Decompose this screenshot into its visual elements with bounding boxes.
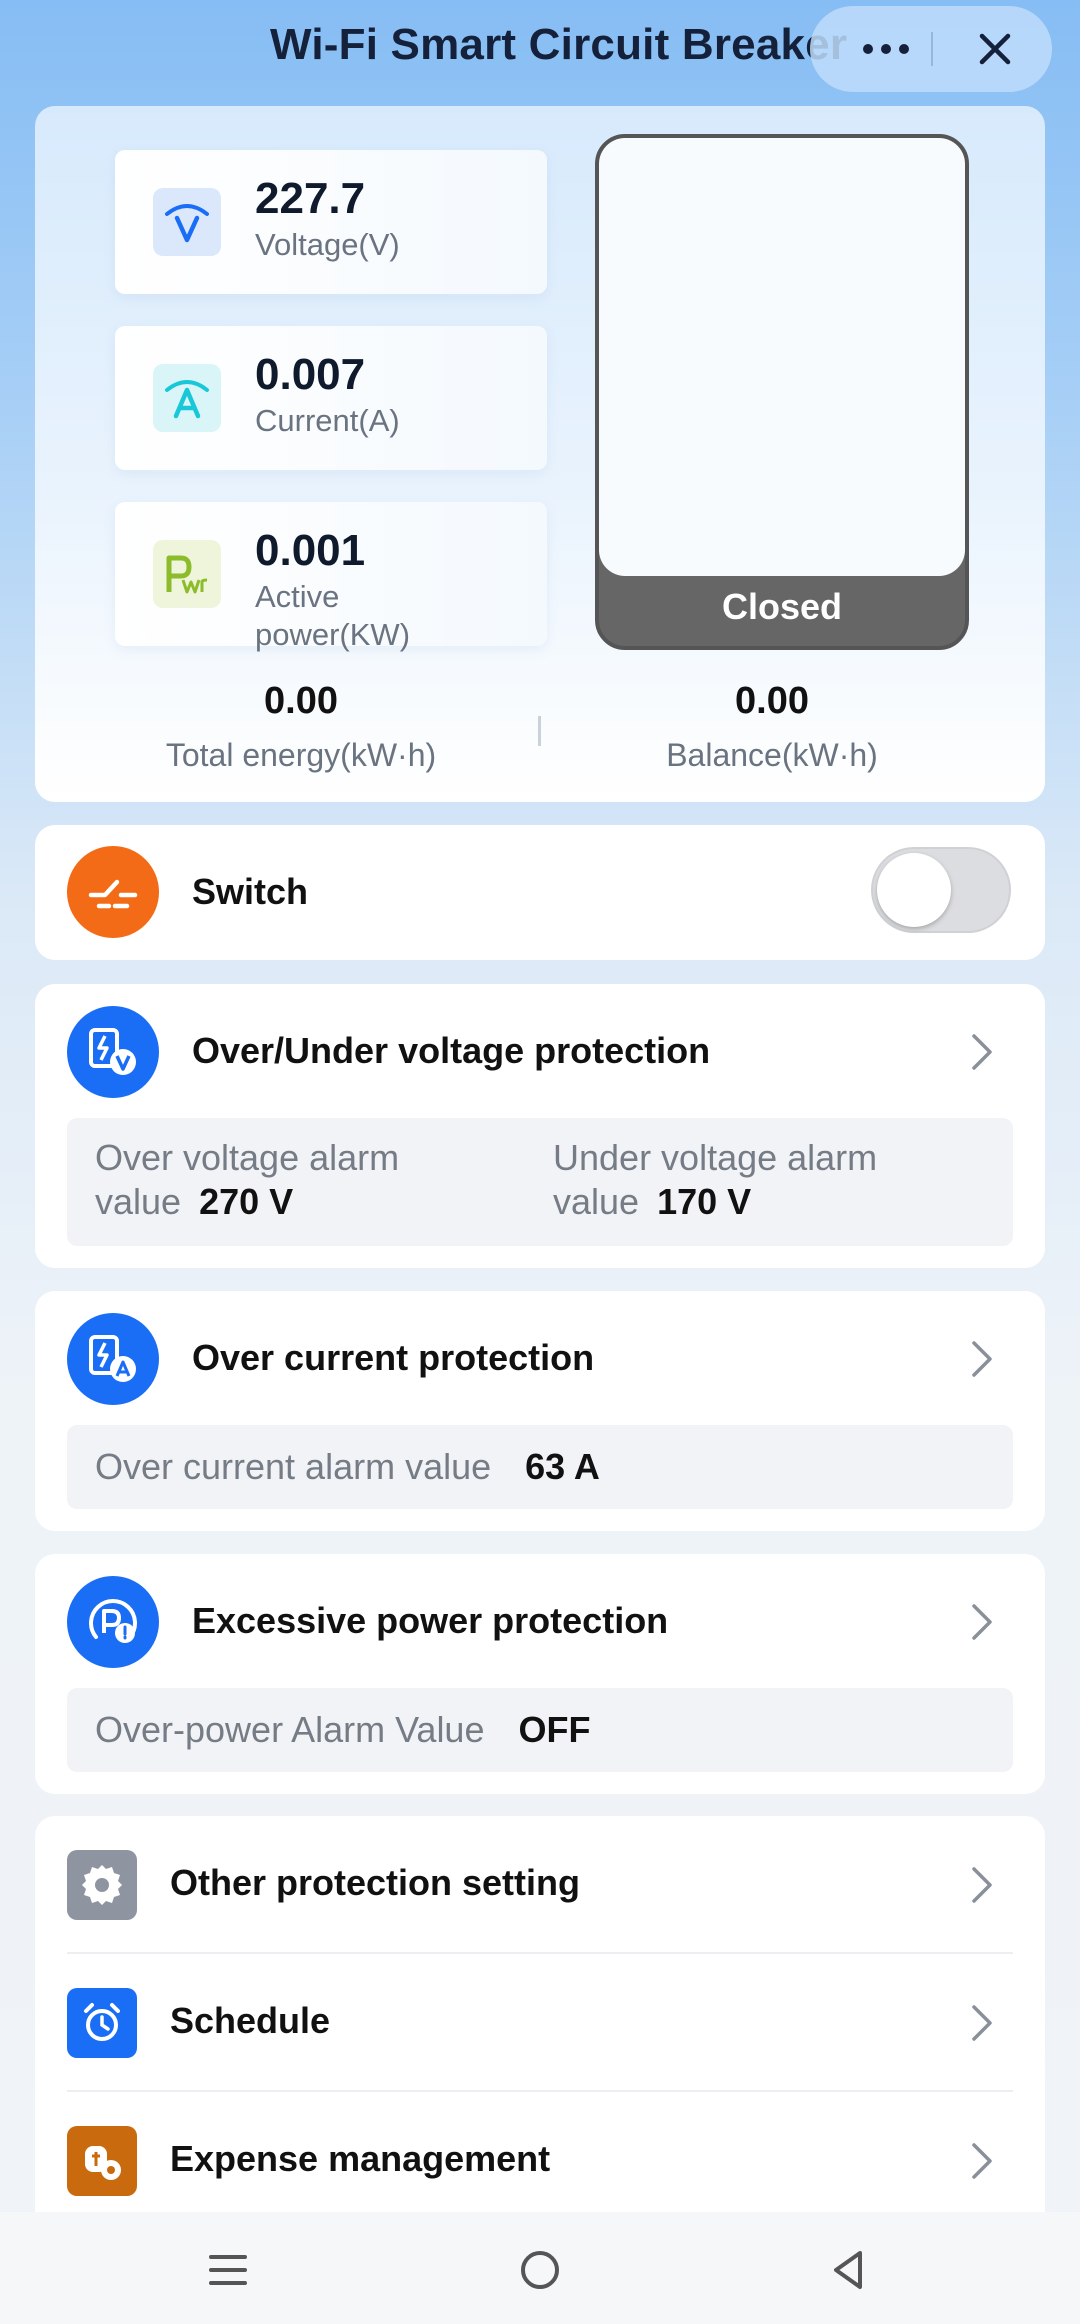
active-power-label: Active power(KW) [255,579,411,652]
menu-icon[interactable] [198,2240,258,2300]
voltage-alarm-values: Over voltage alarm value 270 V Under volt… [67,1118,1013,1246]
total-energy-label: Total energy(kW·h) [165,737,437,773]
voltage-protection-card[interactable]: Over/Under voltage protection Over volta… [35,984,1045,1268]
more-dots-icon[interactable] [850,24,922,74]
over-voltage-value: 270 V [199,1181,294,1222]
back-icon[interactable] [818,2240,878,2300]
balance: 0.00 Balance(kW·h) [567,680,977,774]
system-nav-bar [0,2212,1080,2324]
current-protection-card[interactable]: Over current protection Over current ala… [35,1291,1045,1531]
settings-menu-card: Other protection setting Schedule Expens… [35,1816,1045,2236]
active-power-value: 0.001 [255,526,366,575]
toggle-knob [877,853,951,927]
balance-label: Balance(kW·h) [666,737,878,773]
app-header: Wi-Fi Smart Circuit Breaker [0,0,1080,96]
alarm-clock-icon [67,1988,137,2058]
power-alarm-value: Over-power Alarm Value OFF [67,1688,1013,1772]
over-power-value: OFF [518,1709,591,1750]
current-protection-title: Over current protection [192,1337,595,1378]
power-protection-icon [67,1576,159,1668]
chevron-right-icon [967,1339,997,1379]
page-title: Wi-Fi Smart Circuit Breaker [270,20,848,69]
chevron-right-icon [967,1602,997,1642]
menu-item-label: Other protection setting [170,1862,581,1903]
menu-item-schedule[interactable]: Schedule [67,1954,1013,2092]
power-protection-title: Excessive power protection [192,1600,669,1641]
mini-program-capsule [810,6,1052,92]
over-current-label: Over current alarm value [95,1446,492,1487]
total-energy: 0.00 Total energy(kW·h) [35,680,567,774]
balance-value: 0.00 [735,680,809,722]
menu-item-expense[interactable]: Expense management [67,2092,1013,2230]
menu-item-label: Expense management [170,2138,551,2179]
over-current-alarm: Over current alarm value 63 A [95,1445,600,1489]
breaker-face [599,138,965,576]
chevron-right-icon [967,2003,997,2043]
menu-item-other-protection[interactable]: Other protection setting [67,1816,1013,1954]
chevron-right-icon [967,1032,997,1072]
switch-toggle[interactable] [871,847,1011,933]
capsule-divider [931,32,933,66]
voltage-label: Voltage(V) [255,227,400,262]
breaker-visual[interactable]: Closed [595,134,969,650]
voltage-value: 227.7 [255,174,366,223]
current-value: 0.007 [255,350,366,399]
voltage-icon [153,188,221,256]
switch-label: Switch [192,871,309,912]
current-protection-icon [67,1313,159,1405]
over-power-label: Over-power Alarm Value [95,1709,485,1750]
current-label: Current(A) [255,403,400,438]
chevron-right-icon [967,2141,997,2181]
under-voltage-value: 170 V [657,1181,752,1222]
metric-voltage: 227.7 Voltage(V) [115,150,547,294]
close-icon[interactable] [960,24,1030,74]
switch-icon [67,846,159,938]
metric-active-power: 0.001 Active power(KW) [115,502,547,652]
metric-current: 0.007 Current(A) [115,326,547,470]
status-card: 227.7 Voltage(V) 0.007 Current(A) 0.001 … [35,106,1045,802]
expense-gear-icon [67,2126,137,2196]
over-power-alarm: Over-power Alarm Value OFF [95,1708,590,1752]
voltage-protection-title: Over/Under voltage protection [192,1030,711,1071]
current-alarm-value: Over current alarm value 63 A [67,1425,1013,1509]
gear-icon [67,1850,137,1920]
over-current-value: 63 A [525,1446,600,1487]
under-voltage-alarm: Under voltage alarm value 170 V [553,1136,973,1224]
stat-divider [538,716,541,746]
home-icon[interactable] [510,2240,570,2300]
power-protection-card[interactable]: Excessive power protection Over-power Al… [35,1554,1045,1794]
current-icon [153,364,221,432]
chevron-right-icon [967,1865,997,1905]
over-voltage-alarm: Over voltage alarm value 270 V [95,1136,515,1224]
switch-card: Switch [35,825,1045,960]
total-energy-value: 0.00 [264,680,338,722]
power-icon [153,540,221,608]
voltage-protection-icon [67,1006,159,1098]
menu-item-label: Schedule [170,2000,331,2041]
breaker-state: Closed [721,586,843,627]
